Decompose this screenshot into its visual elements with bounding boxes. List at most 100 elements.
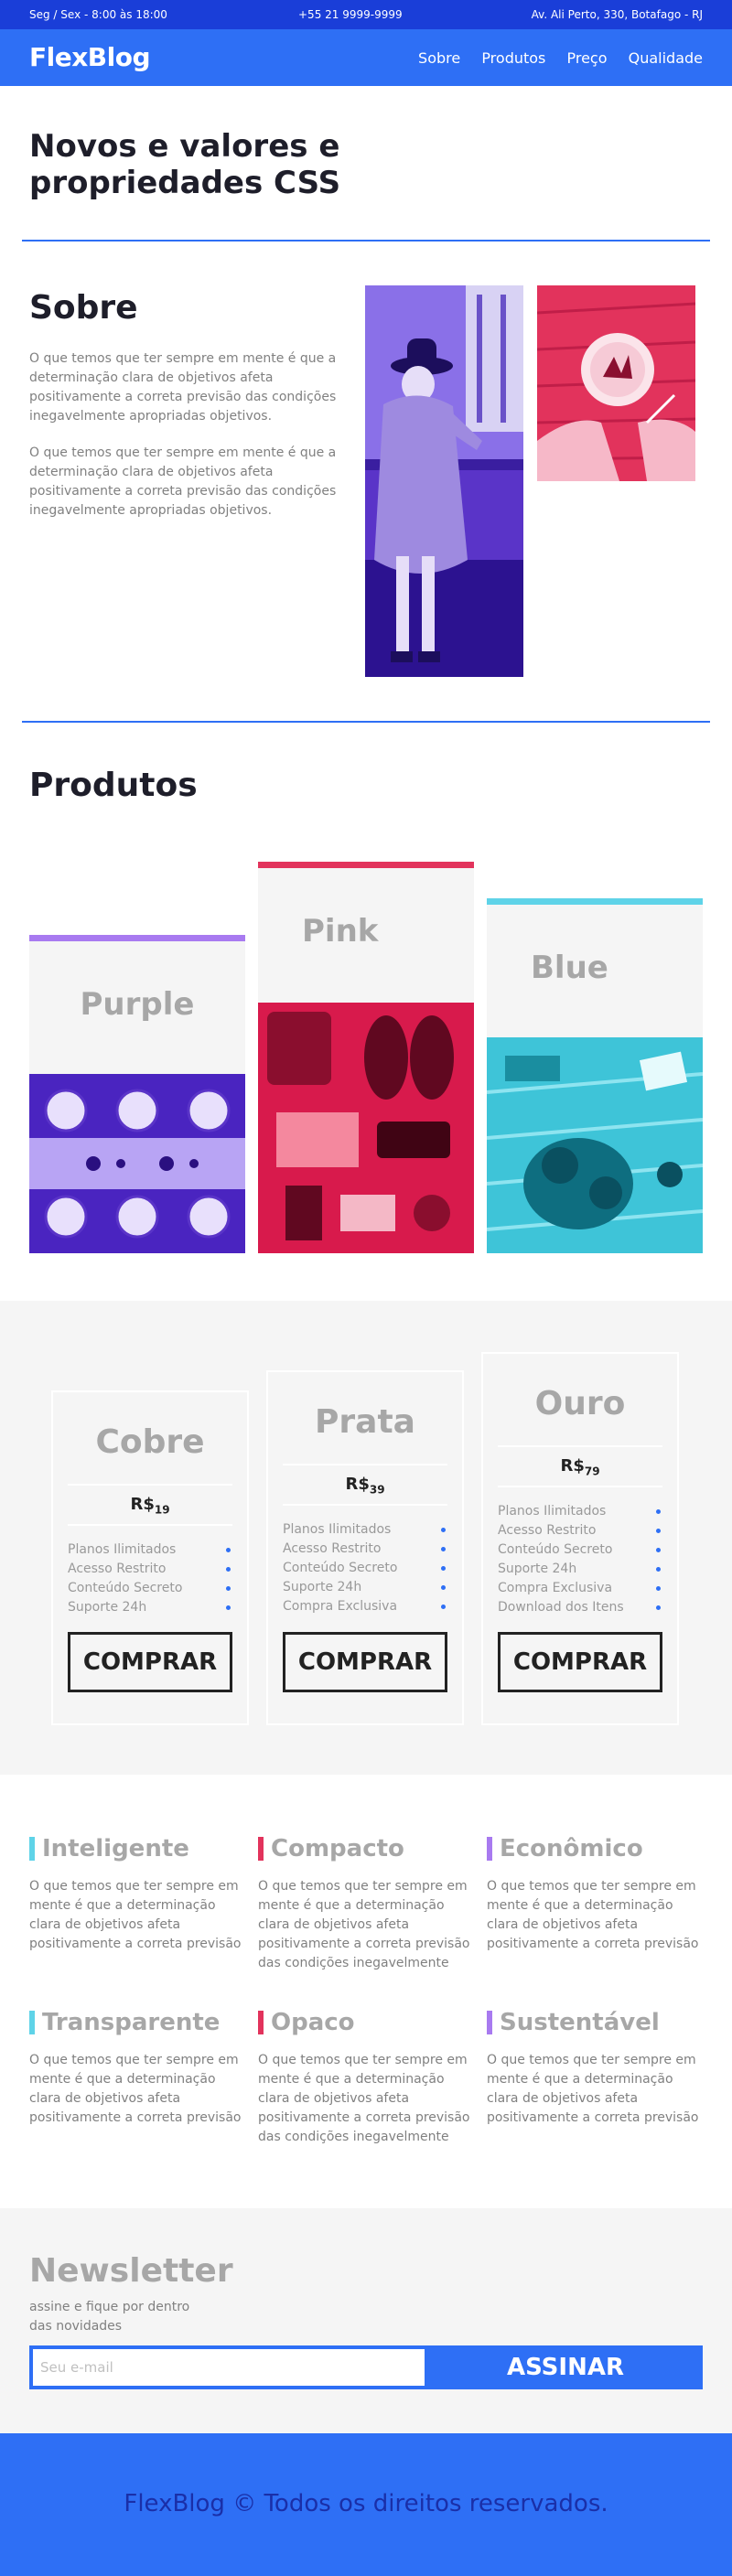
- divider: [68, 1524, 232, 1526]
- bullet-icon: [441, 1566, 446, 1571]
- feature-description: O que temos que ter sempre em mente é qu…: [29, 2053, 242, 2125]
- site-footer: FlexBlog © Todos os direitos reservados.: [0, 2433, 732, 2576]
- divider: [68, 1484, 232, 1486]
- address: Av. Ali Perto, 330, Botafago - RJ: [531, 8, 703, 21]
- feature-item: Inteligente O que temos que ter sempre e…: [29, 1833, 245, 1954]
- plan-price: R$39: [345, 1475, 385, 1497]
- plan-features: Planos Ilimitados Acesso Restrito Conteú…: [498, 1502, 662, 1617]
- feature-title: Sustentável: [487, 2007, 703, 2038]
- accent-bar: [487, 2011, 492, 2034]
- feature-description: O que temos que ter sempre em mente é qu…: [29, 1879, 242, 1951]
- product-card-blue[interactable]: Blue: [487, 898, 703, 1253]
- bullet-icon: [656, 1509, 661, 1514]
- section-divider: [22, 240, 710, 242]
- feature-item: Compacto O que temos que ter sempre em m…: [258, 1833, 474, 1973]
- bullet-icon: [226, 1605, 231, 1610]
- bullet-icon: [441, 1605, 446, 1609]
- plan-name: Prata: [315, 1403, 415, 1441]
- newsletter-subtitle: assine e fique por dentro das novidades: [29, 2300, 190, 2334]
- feature-item: Econômico O que temos que ter sempre em …: [487, 1833, 703, 1954]
- feature-description: O que temos que ter sempre em mente é qu…: [258, 1879, 470, 1970]
- nav-link-sobre[interactable]: Sobre: [418, 49, 460, 67]
- plan-feature: Conteúdo Secreto: [498, 1540, 662, 1560]
- bullet-icon: [441, 1585, 446, 1590]
- feature-item: Transparente O que temos que ter sempre …: [29, 2007, 245, 2128]
- about-paragraph: O que temos que ter sempre em mente é qu…: [29, 445, 337, 518]
- bullet-icon: [656, 1586, 661, 1591]
- bullet-icon: [441, 1528, 446, 1532]
- pricing-card-prata: Prata R$39 Planos Ilimitados Acesso Rest…: [266, 1370, 464, 1725]
- plan-feature: Conteúdo Secreto: [68, 1579, 232, 1598]
- divider: [283, 1504, 447, 1506]
- main-nav: Sobre Produtos Preço Qualidade: [402, 49, 703, 67]
- product-name: Blue: [531, 950, 608, 986]
- feature-description: O que temos que ter sempre em mente é qu…: [487, 2053, 699, 2125]
- product-name: Pink: [302, 913, 379, 950]
- feature-title: Econômico: [487, 1833, 703, 1864]
- about-title: Sobre: [29, 289, 138, 327]
- plan-feature: Suporte 24h: [68, 1598, 232, 1617]
- feature-description: O que temos que ter sempre em mente é qu…: [487, 1879, 699, 1951]
- plan-feature: Planos Ilimitados: [283, 1520, 447, 1540]
- product-color-bar: [258, 862, 474, 868]
- product-photo: [29, 1074, 245, 1253]
- nav-link-preco[interactable]: Preço: [566, 49, 607, 67]
- feature-item: Opaco O que temos que ter sempre em ment…: [258, 2007, 474, 2147]
- accent-bar: [29, 1837, 35, 1861]
- plan-feature: Suporte 24h: [283, 1578, 447, 1597]
- products-title: Produtos: [29, 767, 198, 804]
- bullet-icon: [226, 1567, 231, 1572]
- plan-name: Cobre: [95, 1423, 205, 1461]
- buy-button[interactable]: COMPRAR: [68, 1632, 232, 1692]
- bullet-icon: [656, 1567, 661, 1572]
- pricing-card-cobre: Cobre R$19 Planos Ilimitados Acesso Rest…: [51, 1390, 249, 1725]
- plan-feature: Conteúdo Secreto: [283, 1559, 447, 1578]
- section-divider: [22, 721, 710, 723]
- email-input[interactable]: [29, 2345, 428, 2389]
- bullet-icon: [226, 1548, 231, 1552]
- plan-features: Planos Ilimitados Acesso Restrito Conteú…: [68, 1540, 232, 1617]
- accent-bar: [258, 1837, 264, 1861]
- subscribe-button[interactable]: ASSINAR: [428, 2345, 703, 2389]
- plan-feature: Download dos Itens: [498, 1598, 662, 1617]
- plan-features: Planos Ilimitados Acesso Restrito Conteú…: [283, 1520, 447, 1616]
- accent-bar: [487, 1837, 492, 1861]
- divider: [283, 1464, 447, 1465]
- plan-price: R$19: [130, 1495, 170, 1517]
- product-photo: [258, 1003, 474, 1253]
- feature-title: Opaco: [258, 2007, 474, 2038]
- plan-price: R$79: [560, 1456, 600, 1478]
- plan-feature: Acesso Restrito: [68, 1560, 232, 1579]
- about-photo-hands: [536, 285, 696, 481]
- plan-feature: Compra Exclusiva: [283, 1597, 447, 1616]
- bullet-icon: [656, 1529, 661, 1533]
- bullet-icon: [441, 1547, 446, 1551]
- plan-feature: Planos Ilimitados: [68, 1540, 232, 1560]
- feature-description: O que temos que ter sempre em mente é qu…: [258, 2053, 470, 2144]
- divider: [498, 1445, 662, 1447]
- accent-bar: [258, 2011, 264, 2034]
- plan-feature: Suporte 24h: [498, 1560, 662, 1579]
- plan-feature: Planos Ilimitados: [498, 1502, 662, 1521]
- bullet-icon: [656, 1548, 661, 1552]
- buy-button[interactable]: COMPRAR: [283, 1632, 447, 1692]
- product-card-pink[interactable]: Pink: [258, 862, 474, 1253]
- plan-feature: Compra Exclusiva: [498, 1579, 662, 1598]
- plan-name: Ouro: [534, 1385, 626, 1422]
- buy-button[interactable]: COMPRAR: [498, 1632, 662, 1692]
- nav-link-produtos[interactable]: Produtos: [481, 49, 545, 67]
- site-header: FlexBlog Sobre Produtos Preço Qualidade: [0, 29, 732, 86]
- business-hours: Seg / Sex - 8:00 às 18:00: [29, 8, 167, 21]
- site-logo[interactable]: FlexBlog: [29, 42, 151, 72]
- product-color-bar: [487, 898, 703, 905]
- footer-copyright: FlexBlog © Todos os direitos reservados.: [124, 2490, 608, 2517]
- product-card-purple[interactable]: Purple: [29, 935, 245, 1253]
- feature-title: Compacto: [258, 1833, 474, 1864]
- phone-number[interactable]: +55 21 9999-9999: [298, 8, 403, 21]
- pricing-card-ouro: Ouro R$79 Planos Ilimitados Acesso Restr…: [481, 1352, 679, 1725]
- intro-title: Novos e valores e propriedades CSS: [29, 128, 341, 201]
- plan-feature: Acesso Restrito: [283, 1540, 447, 1559]
- nav-link-qualidade[interactable]: Qualidade: [629, 49, 703, 67]
- product-color-bar: [29, 935, 245, 941]
- top-info-bar: Seg / Sex - 8:00 às 18:00 +55 21 9999-99…: [0, 0, 732, 29]
